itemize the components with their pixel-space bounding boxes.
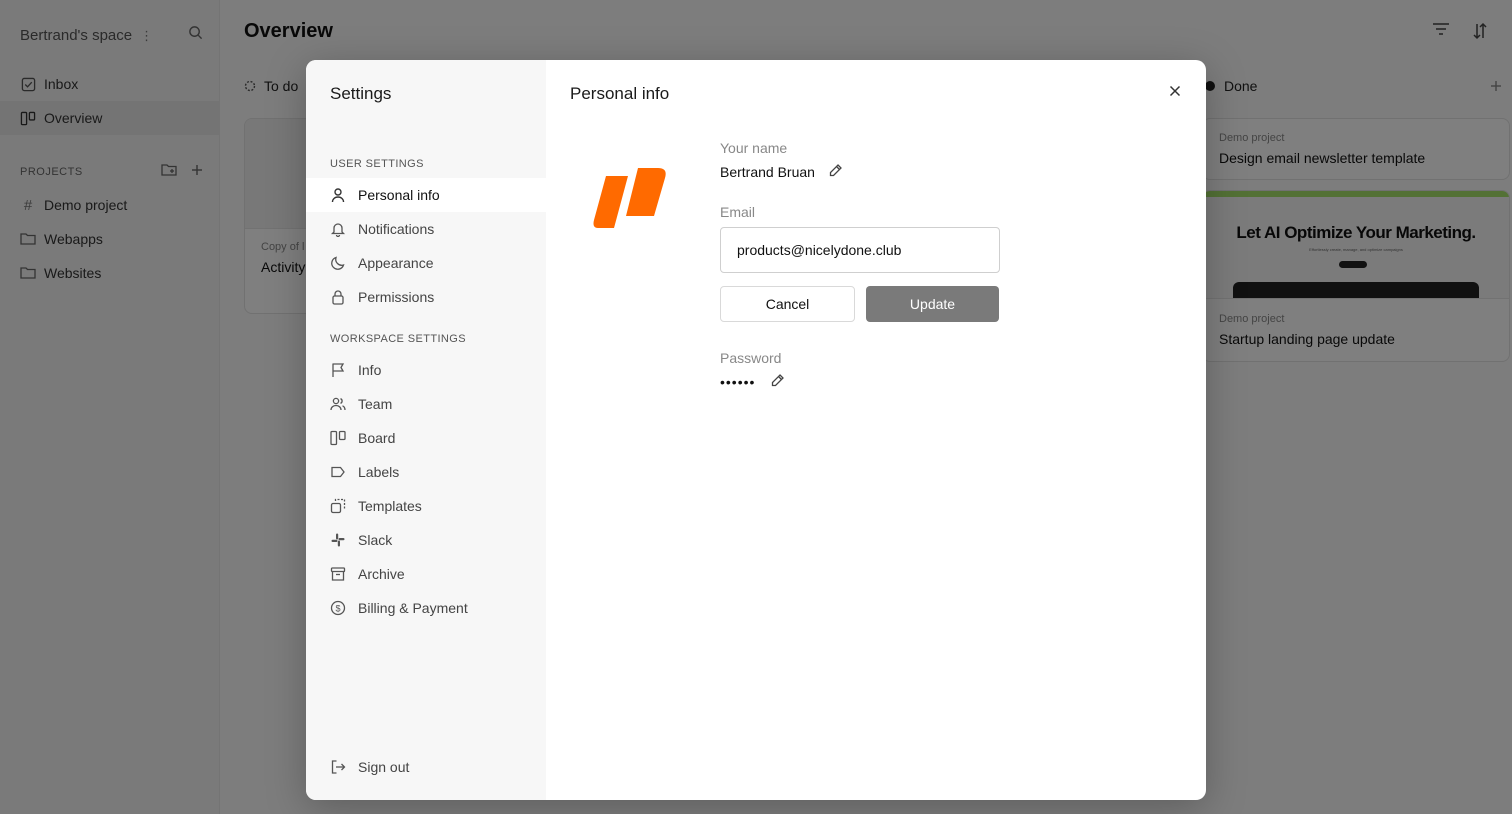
settings-item-templates[interactable]: Templates [306, 489, 546, 523]
settings-modal: Settings USER SETTINGS Personal info Not… [306, 60, 1206, 800]
moon-icon [330, 255, 346, 271]
svg-text:$: $ [335, 604, 340, 614]
personal-info-panel: Personal info Your name Bertrand Bruan E… [546, 60, 1206, 800]
settings-item-appearance[interactable]: Appearance [306, 246, 546, 280]
password-value: •••••• [720, 373, 756, 390]
settings-item-board[interactable]: Board [306, 421, 546, 455]
label-icon [330, 464, 346, 480]
settings-item-label: Info [358, 362, 382, 378]
settings-item-label: Templates [358, 498, 422, 514]
workspace-settings-header: WORKSPACE SETTINGS [330, 333, 466, 345]
settings-item-team[interactable]: Team [306, 387, 546, 421]
sign-out-button[interactable]: Sign out [306, 750, 546, 784]
settings-title: Settings [330, 84, 392, 103]
settings-item-label: Labels [358, 464, 400, 480]
settings-item-slack[interactable]: Slack [306, 523, 546, 557]
settings-item-info[interactable]: Info [306, 353, 546, 387]
password-row: •••••• [720, 373, 785, 390]
flag-icon [330, 362, 346, 378]
settings-item-archive[interactable]: Archive [306, 557, 546, 591]
templates-icon [330, 498, 346, 514]
settings-item-notifications[interactable]: Notifications [306, 212, 546, 246]
user-icon [330, 187, 346, 203]
settings-item-personal-info[interactable]: Personal info [306, 178, 546, 212]
name-label: Your name [720, 140, 788, 156]
slack-icon [330, 532, 346, 548]
panel-title: Personal info [570, 84, 670, 103]
archive-icon [330, 566, 346, 582]
settings-item-label: Team [358, 396, 393, 412]
name-value: Bertrand Bruan [720, 163, 815, 180]
password-label: Password [720, 350, 782, 366]
settings-item-permissions[interactable]: Permissions [306, 280, 546, 314]
settings-item-label: Permissions [358, 289, 435, 305]
close-icon[interactable] [1166, 82, 1184, 100]
update-button[interactable]: Update [866, 286, 999, 322]
sign-out-label: Sign out [358, 759, 410, 775]
email-field[interactable] [720, 227, 1000, 273]
settings-item-label: Notifications [358, 221, 435, 237]
edit-name-icon[interactable] [829, 163, 843, 180]
lock-icon [330, 289, 346, 305]
edit-password-icon[interactable] [771, 373, 785, 390]
settings-item-billing[interactable]: $ Billing & Payment [306, 591, 546, 625]
settings-item-label: Personal info [358, 187, 440, 203]
cancel-button[interactable]: Cancel [720, 286, 855, 322]
email-label: Email [720, 204, 756, 220]
avatar[interactable] [570, 142, 690, 262]
settings-sidebar: Settings USER SETTINGS Personal info Not… [306, 60, 546, 800]
user-settings-header: USER SETTINGS [330, 158, 424, 170]
settings-item-label: Board [358, 430, 396, 446]
name-row: Bertrand Bruan [720, 163, 843, 180]
team-icon [330, 396, 346, 412]
brand-logo-icon [593, 168, 666, 228]
settings-item-labels[interactable]: Labels [306, 455, 546, 489]
settings-item-label: Billing & Payment [358, 600, 468, 616]
settings-item-label: Slack [358, 532, 393, 548]
sign-out-icon [330, 759, 346, 775]
board-icon [330, 430, 346, 446]
dollar-icon: $ [330, 600, 346, 616]
bell-icon [330, 221, 346, 237]
settings-item-label: Archive [358, 566, 405, 582]
settings-item-label: Appearance [358, 255, 434, 271]
